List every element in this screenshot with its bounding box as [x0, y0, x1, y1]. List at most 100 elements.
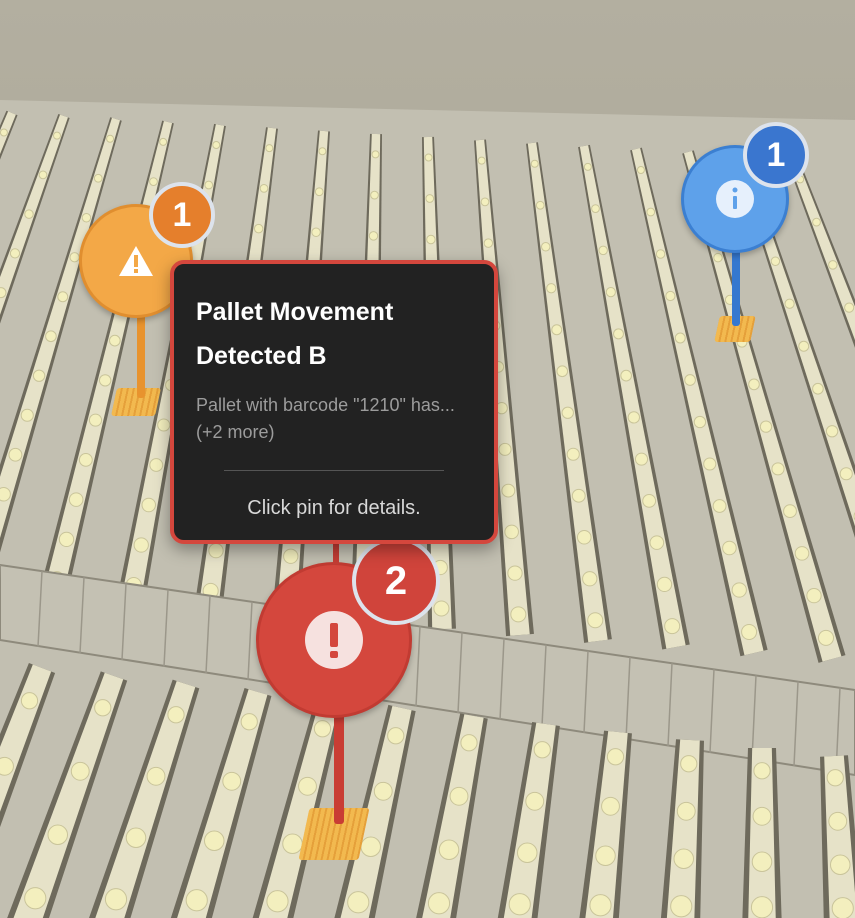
pallet	[674, 332, 686, 344]
pallet	[298, 776, 317, 796]
pallet	[203, 830, 225, 852]
pallet	[438, 839, 460, 861]
tooltip-hint: Click pin for details.	[247, 497, 421, 519]
warning-count-badge: 1	[149, 182, 215, 248]
pallet	[167, 706, 185, 724]
pallet	[9, 248, 21, 259]
pallet	[533, 741, 551, 759]
pallet	[371, 150, 380, 159]
pallet	[204, 180, 214, 190]
pallet	[587, 612, 604, 629]
pin-stem	[334, 712, 344, 824]
pallet	[146, 766, 166, 786]
pallet	[373, 781, 393, 801]
pallet	[53, 131, 61, 140]
pallet	[109, 334, 121, 347]
pin-stem	[137, 312, 145, 398]
critical-count-badge: 2	[352, 537, 440, 625]
pallet	[133, 537, 149, 553]
pallet-marker	[111, 388, 161, 416]
pallet	[266, 890, 289, 913]
pallet	[748, 378, 760, 391]
pallet	[613, 328, 624, 340]
pallet	[829, 854, 851, 876]
pallet	[387, 727, 405, 745]
pallet	[426, 234, 436, 245]
pallet	[88, 413, 103, 427]
pallet	[535, 200, 545, 210]
pallet	[212, 141, 221, 149]
pallet	[0, 756, 14, 776]
tooltip-divider	[224, 470, 444, 471]
pallet	[510, 606, 527, 623]
info-icon	[716, 180, 754, 218]
pallet	[20, 408, 34, 422]
pallet	[703, 457, 717, 471]
pallet	[566, 447, 580, 461]
pallet	[20, 692, 39, 710]
pallet	[208, 542, 224, 559]
pallet	[794, 546, 810, 561]
pallet	[753, 762, 771, 780]
pallet	[347, 891, 370, 914]
pallet	[45, 330, 57, 343]
pallet	[47, 824, 69, 846]
pallet	[222, 771, 242, 791]
pallet	[771, 462, 785, 476]
pallet	[541, 242, 551, 252]
pallet	[828, 811, 848, 831]
pallet	[516, 842, 538, 864]
pallet	[798, 340, 810, 352]
pallet	[826, 769, 844, 787]
pallet	[828, 260, 838, 270]
pallet	[673, 848, 695, 870]
pallet	[649, 535, 665, 550]
pallet	[32, 369, 46, 382]
pallet	[831, 897, 854, 918]
pallet	[693, 415, 707, 429]
pallet	[571, 488, 586, 503]
pallet	[68, 492, 84, 507]
pallet	[812, 382, 824, 395]
exclamation-icon	[305, 611, 363, 669]
pallet	[595, 845, 616, 867]
pallet	[620, 369, 632, 382]
pallet	[24, 209, 34, 219]
pin-stem	[732, 248, 740, 326]
pallet	[806, 587, 822, 604]
pallet	[0, 287, 7, 299]
alert-tooltip: Pallet Movement Detected B Pallet with b…	[170, 260, 498, 544]
tooltip-description: Pallet with barcode "1210" has... (+2 mo…	[196, 395, 455, 442]
pallet	[713, 252, 723, 263]
pallet	[94, 699, 112, 717]
pallet	[159, 137, 168, 146]
pallet	[783, 504, 797, 519]
pallet	[498, 442, 512, 456]
pallet	[601, 796, 620, 816]
pallet	[157, 418, 171, 432]
pallet	[751, 851, 773, 873]
pallet	[817, 629, 835, 646]
pallet	[825, 425, 839, 438]
pallet	[501, 483, 516, 498]
pallet	[530, 159, 539, 168]
pallet	[680, 755, 698, 773]
pallet	[583, 162, 592, 171]
pallet	[556, 365, 569, 378]
pallet	[684, 374, 696, 386]
pallet	[712, 499, 727, 513]
pallet	[731, 582, 747, 598]
pallet	[313, 720, 332, 738]
pallet	[642, 493, 657, 508]
pallet	[57, 291, 69, 303]
pallet	[0, 486, 11, 502]
pallet	[98, 374, 112, 387]
pallet	[665, 290, 676, 302]
pallet	[125, 827, 147, 849]
pallet	[582, 571, 598, 587]
pallet	[38, 170, 48, 180]
pallet	[283, 548, 299, 564]
pallet	[24, 887, 47, 910]
pallet	[240, 713, 258, 731]
pallet	[676, 801, 696, 821]
